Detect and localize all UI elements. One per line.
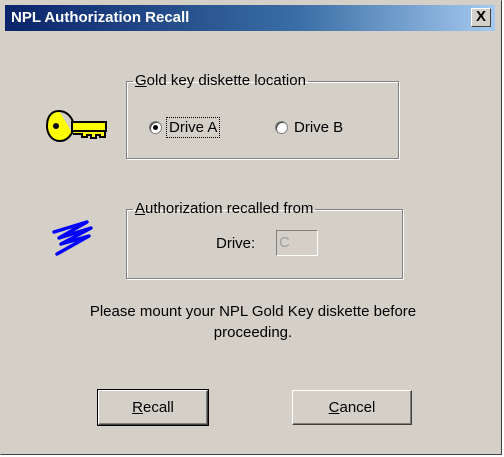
message-line-2: proceeding. xyxy=(213,324,293,341)
radio-drive-a-indicator[interactable] xyxy=(149,121,162,134)
cancel-button[interactable]: Cancel xyxy=(292,390,412,425)
key-icon xyxy=(45,110,107,143)
dialog-window: NPL Authorization Recall X Gold key disk… xyxy=(0,0,502,455)
radio-drive-b[interactable]: Drive B xyxy=(275,119,343,136)
recall-button[interactable]: Recall xyxy=(97,389,209,426)
gold-key-location-group: Gold key diskette location xyxy=(126,73,399,159)
title-bar[interactable]: NPL Authorization Recall X xyxy=(5,5,495,31)
radio-drive-b-indicator[interactable] xyxy=(275,121,288,134)
gold-key-location-legend: Gold key diskette location xyxy=(135,72,306,89)
radio-drive-a[interactable]: Drive A xyxy=(149,117,221,138)
radio-drive-a-label[interactable]: Drive A xyxy=(165,117,221,138)
close-icon: X xyxy=(475,8,486,25)
message-line-1: Please mount your NPL Gold Key diskette … xyxy=(89,303,417,320)
close-button[interactable]: X xyxy=(471,8,491,27)
drive-field: C xyxy=(276,230,318,256)
authorization-recalled-legend: Authorization recalled from xyxy=(135,200,314,217)
instruction-message: Please mount your NPL Gold Key diskette … xyxy=(11,301,495,343)
drive-label: Drive: xyxy=(216,235,256,252)
window-title: NPL Authorization Recall xyxy=(11,9,190,26)
radio-drive-b-label[interactable]: Drive B xyxy=(294,119,343,136)
authorization-recalled-group: Authorization recalled from xyxy=(126,201,403,279)
signature-scribble-icon xyxy=(52,220,93,256)
